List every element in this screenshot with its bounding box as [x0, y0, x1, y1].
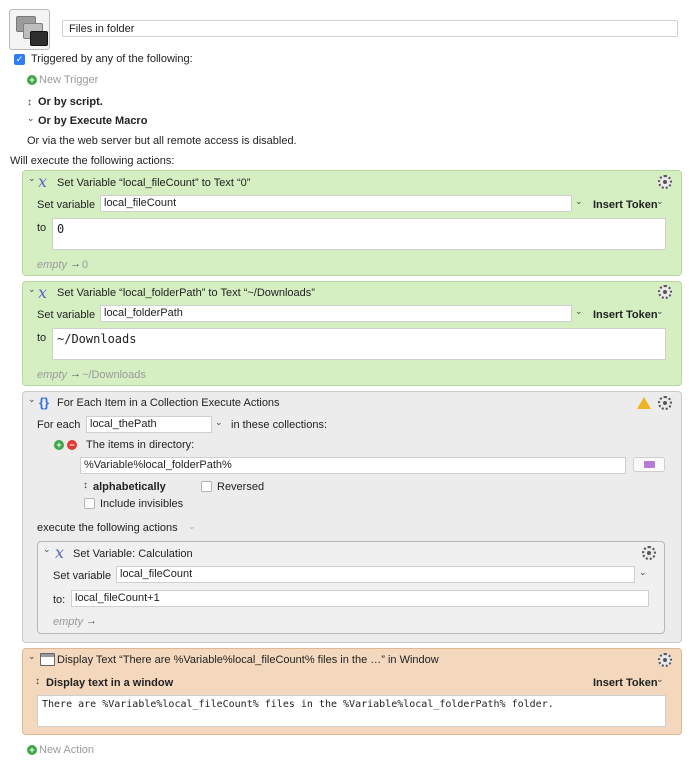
set-variable-label: Set variable	[37, 309, 96, 321]
action-title: Set Variable “local_folderPath” to Text …	[57, 287, 315, 299]
macro-icon[interactable]	[9, 9, 50, 50]
display-mode-chevron-updown-icon[interactable]: ↕	[35, 676, 40, 687]
to-label: to	[37, 222, 47, 234]
include-invisibles-checkbox[interactable]	[84, 498, 95, 509]
include-invisibles-label: Include invisibles	[100, 498, 184, 510]
loop-variable-field[interactable]: local_thePath	[86, 416, 212, 433]
items-in-directory-label: The items in directory:	[86, 439, 195, 451]
calculation-variable-field[interactable]: local_fileCount	[116, 566, 635, 583]
collapse-chevron-icon[interactable]: ⌄	[43, 544, 51, 555]
web-server-note: Or via the web server but all remote acc…	[27, 135, 297, 147]
gear-icon[interactable]	[658, 175, 672, 189]
set-variable-label: Set variable	[53, 570, 112, 582]
collapse-chevron-icon[interactable]: ⌄	[28, 394, 36, 405]
insert-token-button[interactable]: Insert Token	[593, 309, 658, 321]
will-execute-label: Will execute the following actions:	[10, 155, 175, 167]
new-action-plus-icon[interactable]: +	[27, 745, 37, 755]
insert-token-button[interactable]: Insert Token	[593, 199, 658, 211]
to-label: to:	[53, 594, 66, 606]
for-each-label: For each	[37, 419, 81, 431]
action-title: For Each Item in a Collection Execute Ac…	[57, 397, 280, 409]
insert-token-chevron-icon[interactable]: ⌄	[656, 306, 664, 317]
gear-icon[interactable]	[642, 546, 656, 560]
for-each-braces-icon: {}	[39, 395, 50, 410]
result-empty: empty	[53, 616, 83, 628]
result-arrow-icon: →	[86, 615, 97, 627]
insert-token-chevron-icon[interactable]: ⌄	[656, 674, 664, 685]
gear-icon[interactable]	[658, 653, 672, 667]
insert-token-button[interactable]: Insert Token	[593, 677, 658, 689]
execute-actions-label: execute the following actions	[37, 522, 178, 534]
or-by-execute-macro-toggle[interactable]: Or by Execute Macro	[38, 115, 147, 127]
new-trigger-plus-icon[interactable]: +	[27, 75, 37, 85]
value-text-area[interactable]: 0	[52, 218, 666, 250]
value-text-area[interactable]: ~/Downloads	[52, 328, 666, 360]
loop-variable-dropdown-icon[interactable]: ⌄	[215, 417, 223, 428]
new-action-button[interactable]: New Action	[39, 744, 94, 756]
result-empty: empty	[37, 369, 67, 381]
folder-picker-button[interactable]	[633, 457, 665, 472]
variable-dropdown-icon[interactable]: ⌄	[575, 196, 583, 207]
or-by-script-toggle[interactable]: Or by script.	[38, 96, 103, 108]
action-title: Display Text “There are %Variable%local_…	[57, 654, 439, 666]
gear-icon[interactable]	[658, 396, 672, 410]
display-text-area[interactable]: There are %Variable%local_fileCount% fil…	[37, 695, 666, 727]
action-title: Set Variable “local_fileCount” to Text “…	[57, 177, 251, 189]
variable-dropdown-icon[interactable]: ⌄	[575, 306, 583, 317]
result-empty: empty	[37, 259, 67, 271]
collapse-chevron-icon[interactable]: ⌄	[28, 284, 36, 295]
to-label: to	[37, 332, 47, 344]
triggered-checkbox[interactable]: ✓	[14, 54, 25, 65]
triggered-label: Triggered by any of the following:	[31, 53, 193, 65]
variable-icon: 𝑥	[38, 172, 48, 191]
new-trigger-button[interactable]: New Trigger	[39, 74, 98, 86]
remove-collection-minus-icon[interactable]: −	[67, 440, 77, 450]
gear-icon[interactable]	[658, 285, 672, 299]
collapse-chevron-icon[interactable]: ⌄	[28, 651, 36, 662]
directory-path-field[interactable]: %Variable%local_folderPath%	[80, 457, 626, 474]
variable-icon: 𝑥	[38, 283, 48, 302]
set-variable-label: Set variable	[37, 199, 96, 211]
calculation-variable-dropdown-icon[interactable]: ⌄	[639, 567, 647, 578]
window-icon	[40, 653, 55, 666]
chevron-down-icon[interactable]: ⌄	[27, 113, 35, 124]
result-value: 0	[82, 259, 89, 271]
macro-title-field[interactable]: Files in folder	[62, 20, 678, 37]
variable-name-field[interactable]: local_folderPath	[100, 305, 572, 322]
insert-token-chevron-icon[interactable]: ⌄	[656, 196, 664, 207]
add-collection-plus-icon[interactable]: +	[54, 440, 64, 450]
execute-actions-chevron-icon[interactable]: ⌄	[188, 521, 196, 532]
nested-action-title: Set Variable: Calculation	[73, 548, 193, 560]
variable-name-field[interactable]: local_fileCount	[100, 195, 572, 212]
result-arrow-icon: →	[70, 258, 81, 270]
in-collections-label: in these collections:	[231, 419, 327, 431]
sort-chevron-updown-icon[interactable]: ↕	[83, 480, 88, 491]
collapse-chevron-icon[interactable]: ⌄	[28, 173, 36, 184]
folder-icon	[644, 461, 655, 468]
result-arrow-icon: →	[70, 368, 81, 380]
reversed-label: Reversed	[217, 481, 265, 493]
chevron-updown-icon[interactable]: ↕	[27, 97, 32, 108]
calculation-field[interactable]: local_fileCount+1	[71, 590, 649, 607]
sort-order-popup[interactable]: alphabetically	[93, 481, 166, 493]
result-value: ~/Downloads	[82, 369, 146, 381]
reversed-checkbox[interactable]	[201, 481, 212, 492]
variable-icon: 𝑥	[55, 543, 65, 562]
display-mode-popup[interactable]: Display text in a window	[46, 677, 173, 689]
warning-icon[interactable]	[637, 397, 651, 409]
